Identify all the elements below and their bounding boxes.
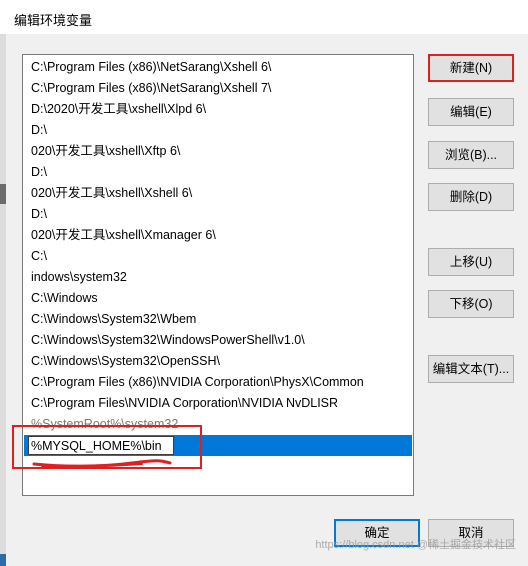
edit-button[interactable]: 编辑(E) [428, 98, 514, 126]
path-list-item[interactable]: D:\ [24, 120, 412, 141]
path-list-item[interactable]: C:\Windows\System32\OpenSSH\ [24, 351, 412, 372]
delete-button[interactable]: 删除(D) [428, 183, 514, 211]
background-window-edge [0, 34, 6, 566]
path-list-item[interactable]: C:\Windows\System32\Wbem [24, 309, 412, 330]
path-list-item[interactable]: C:\Program Files (x86)\NetSarang\Xshell … [24, 78, 412, 99]
move-up-button[interactable]: 上移(U) [428, 248, 514, 276]
window-title: 编辑环境变量 [14, 13, 93, 28]
path-list-item[interactable]: indows\system32 [24, 267, 412, 288]
title-bar[interactable]: 编辑环境变量 [0, 0, 528, 34]
path-list-item[interactable]: C:\Windows\System32\WindowsPowerShell\v1… [24, 330, 412, 351]
path-list-item[interactable]: 020\开发工具\xshell\Xshell 6\ [24, 183, 412, 204]
path-list-item[interactable]: C:\ [24, 246, 412, 267]
edit-text-button[interactable]: 编辑文本(T)... [428, 355, 514, 383]
background-edge-mark [0, 554, 6, 566]
edit-env-variable-dialog: 编辑环境变量 C:\Program Files (x86)\NetSarang\… [0, 0, 528, 566]
watermark: https://blog.csdn.net @稀土掘金技术社区 [315, 539, 516, 551]
browse-button[interactable]: 浏览(B)... [428, 141, 514, 169]
path-list-item[interactable]: D:\ [24, 162, 412, 183]
path-edit-input[interactable] [28, 436, 174, 455]
path-list-item[interactable]: 020\开发工具\xshell\Xmanager 6\ [24, 225, 412, 246]
path-list-item[interactable]: 020\开发工具\xshell\Xftp 6\ [24, 141, 412, 162]
path-list-item[interactable]: D:\ [24, 204, 412, 225]
path-list-item[interactable]: %SystemRoot%\system32 [24, 414, 412, 435]
path-list-item[interactable]: C:\Program Files\NVIDIA Corporation\NVID… [24, 393, 412, 414]
background-edge-mark [0, 184, 6, 204]
path-list-item[interactable]: C:\Program Files (x86)\NetSarang\Xshell … [24, 57, 412, 78]
path-list-item[interactable]: C:\Program Files (x86)\NVIDIA Corporatio… [24, 372, 412, 393]
path-list-item[interactable]: C:\Windows [24, 288, 412, 309]
path-list-item[interactable]: D:\2020\开发工具\xshell\Xlpd 6\ [24, 99, 412, 120]
new-button[interactable]: 新建(N) [428, 54, 514, 82]
move-down-button[interactable]: 下移(O) [428, 290, 514, 318]
path-list[interactable]: C:\Program Files (x86)\NetSarang\Xshell … [22, 54, 414, 496]
